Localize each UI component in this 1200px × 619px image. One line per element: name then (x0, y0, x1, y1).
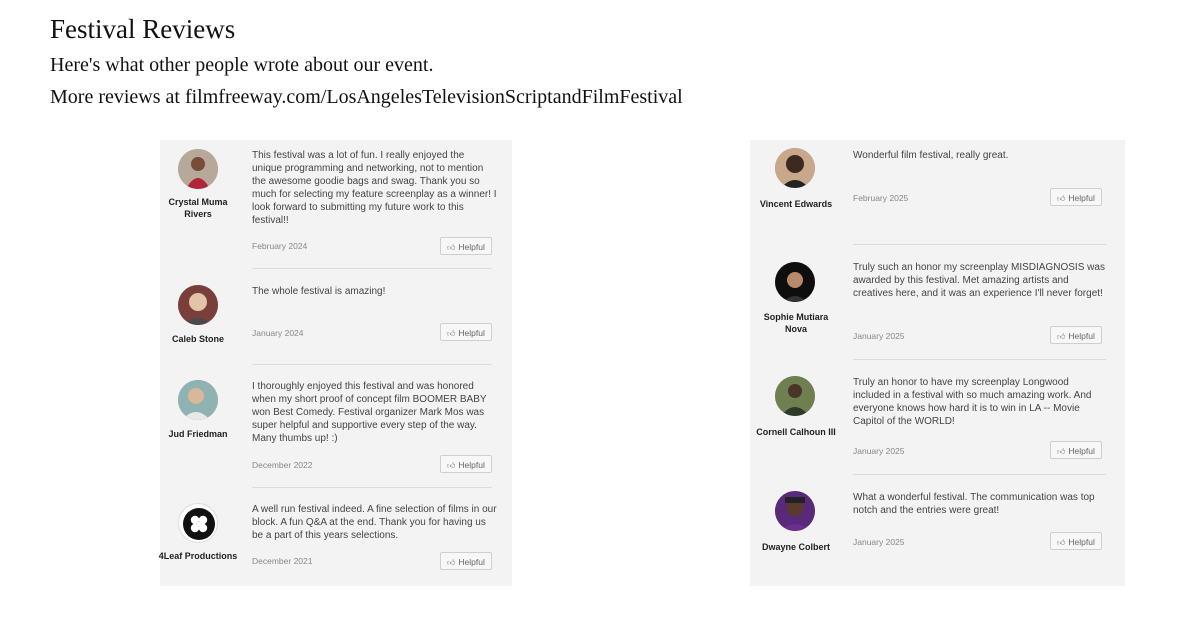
reviewer-name: 4Leaf Productions (158, 551, 238, 561)
helpful-button[interactable]: 👍︎ Helpful (1050, 326, 1102, 344)
review-text: The whole festival is amazing! (252, 286, 386, 297)
divider (853, 244, 1106, 245)
avatar (775, 262, 815, 302)
more-reviews-link[interactable]: More reviews at filmfreeway.com/LosAngel… (50, 86, 683, 109)
review-text: A well run festival indeed. A fine selec… (252, 504, 497, 541)
review-date: February 2024 (252, 241, 308, 251)
reviews-panel-left: Crystal Muma Rivers This festival was a … (158, 140, 512, 586)
review-date: December 2021 (252, 556, 313, 566)
avatar (178, 149, 218, 189)
avatar (178, 285, 218, 325)
thumbs-up-icon: 👍︎ (447, 558, 456, 567)
helpful-button[interactable]: 👍︎ Helpful (440, 552, 492, 570)
avatar (775, 148, 815, 188)
review-text: Truly such an honor my screenplay MISDIA… (853, 262, 1105, 299)
divider (853, 359, 1106, 360)
helpful-button[interactable]: 👍︎ Helpful (1050, 441, 1102, 459)
avatar (775, 376, 815, 416)
avatar (178, 380, 218, 420)
reviewer-name: Sophie Mutiara Nova (763, 312, 829, 334)
reviews-panel-right: Vincent Edwards Wonderful film festival,… (750, 140, 1125, 586)
helpful-button[interactable]: 👍︎ Helpful (1050, 532, 1102, 550)
thumbs-up-icon: 👍︎ (447, 461, 456, 470)
review-text: Truly an honor to have my screenplay Lon… (853, 377, 1092, 427)
thumbs-up-icon: 👍︎ (1057, 194, 1066, 203)
reviewer-name: Caleb Stone (171, 334, 224, 344)
review-date: February 2025 (853, 193, 909, 203)
helpful-button[interactable]: 👍︎ Helpful (440, 455, 492, 473)
divider (252, 364, 492, 365)
review-text: I thoroughly enjoyed this festival and w… (252, 381, 487, 444)
avatar (775, 491, 815, 531)
reviewer-name: Cornell Calhoun III (756, 427, 836, 437)
reviewer-name: Dwayne Colbert (761, 542, 830, 552)
review-text: Wonderful film festival, really great. (853, 150, 1009, 161)
reviewer-name: Vincent Edwards (759, 199, 833, 209)
thumbs-up-icon: 👍︎ (447, 329, 456, 338)
reviewer-name: Crystal Muma Rivers (168, 197, 228, 219)
thumbs-up-icon: 👍︎ (1057, 332, 1066, 341)
thumbs-up-icon: 👍︎ (1057, 447, 1066, 456)
review-date: January 2025 (853, 331, 905, 341)
thumbs-up-icon: 👍︎ (447, 243, 456, 252)
review-date: January 2025 (853, 537, 905, 547)
divider (853, 474, 1106, 475)
review-text: What a wonderful festival. The communica… (853, 492, 1095, 516)
review-date: December 2022 (252, 460, 313, 470)
thumbs-up-icon: 👍︎ (1057, 538, 1066, 547)
page-title: Festival Reviews (50, 14, 236, 44)
review-date: January 2024 (252, 328, 304, 338)
review-text: This festival was a lot of fun. I really… (252, 150, 497, 226)
helpful-button[interactable]: 👍︎ Helpful (440, 323, 492, 341)
review-date: January 2025 (853, 446, 905, 456)
divider (252, 268, 492, 269)
helpful-button[interactable]: 👍︎ Helpful (440, 237, 492, 255)
page-subtitle: Here's what other people wrote about our… (50, 54, 434, 76)
reviewer-name: Jud Friedman (168, 429, 228, 439)
clover-logo-icon (178, 503, 218, 543)
divider (252, 487, 492, 488)
helpful-button[interactable]: 👍︎ Helpful (1050, 188, 1102, 206)
